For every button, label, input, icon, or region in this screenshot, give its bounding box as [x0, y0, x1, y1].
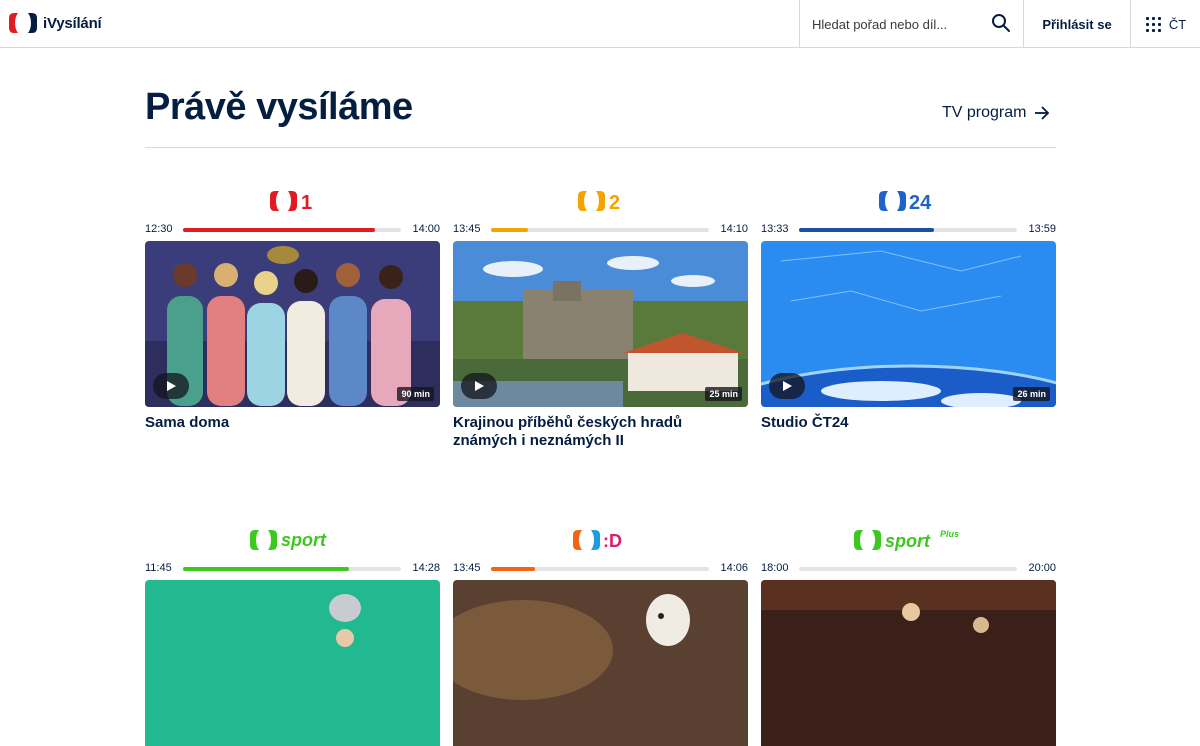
svg-text:1: 1	[301, 192, 312, 213]
time-row: 11:45 14:28	[145, 562, 440, 576]
program-thumbnail[interactable]	[453, 580, 748, 746]
duration-badge: 25 min	[705, 387, 742, 401]
start-time: 13:33	[761, 223, 789, 235]
play-icon	[783, 381, 792, 391]
progress-bar	[491, 228, 709, 232]
thumbnail-image	[453, 241, 748, 407]
page-title: Právě vysíláme	[145, 86, 413, 128]
svg-text::D: :D	[603, 531, 622, 551]
start-time: 13:45	[453, 223, 481, 235]
ct-menu-button[interactable]: ČT	[1132, 0, 1200, 48]
time-row: 12:30 14:00	[145, 223, 440, 237]
program-thumbnail[interactable]	[761, 580, 1056, 746]
channel-logo-ctsport[interactable]: sport	[145, 527, 440, 553]
channel-logo-ct2[interactable]: 2	[453, 188, 748, 214]
start-time: 13:45	[453, 562, 481, 574]
start-time: 18:00	[761, 562, 789, 574]
title-divider	[145, 147, 1056, 148]
progress-fill	[183, 228, 375, 232]
progress-bar	[799, 567, 1017, 571]
thumbnail-image	[145, 580, 440, 746]
top-header: iVysílání Přihlásit se ČT	[0, 0, 1200, 48]
thumbnail-image	[453, 580, 748, 746]
end-time: 13:59	[1028, 223, 1056, 235]
program-thumbnail[interactable]: 25 min	[453, 241, 748, 407]
ctsport-logo-icon: sport	[249, 530, 327, 550]
show-title[interactable]: Krajinou příběhů českých hradů známých i…	[453, 414, 748, 450]
ct2-logo-icon: 2	[577, 191, 620, 213]
thumbnail-image	[145, 241, 440, 407]
play-button[interactable]	[153, 373, 189, 399]
play-button[interactable]	[769, 373, 805, 399]
start-time: 12:30	[145, 223, 173, 235]
svg-text:2: 2	[609, 192, 620, 213]
progress-fill	[491, 567, 535, 571]
start-time: 11:45	[145, 562, 172, 574]
show-title[interactable]: Sama doma	[145, 414, 440, 432]
progress-bar	[183, 228, 401, 232]
svg-text:sport: sport	[885, 531, 931, 551]
thumbnail-image	[761, 580, 1056, 746]
apps-grid-icon	[1145, 16, 1161, 32]
ctd-logo-icon: :D	[572, 530, 622, 551]
end-time: 14:00	[412, 223, 440, 235]
progress-fill	[491, 228, 529, 232]
ct24-logo-icon: 24	[878, 191, 932, 213]
login-button[interactable]: Přihlásit se	[1024, 0, 1131, 48]
time-row: 13:45 14:10	[453, 223, 748, 237]
end-time: 14:28	[412, 562, 440, 574]
end-time: 20:00	[1028, 562, 1056, 574]
ct1-logo-icon: 1	[269, 191, 312, 213]
time-row: 13:33 13:59	[761, 223, 1056, 237]
play-button[interactable]	[461, 373, 497, 399]
duration-badge: 90 min	[397, 387, 434, 401]
search-icon[interactable]	[991, 13, 1011, 33]
tv-program-link[interactable]: TV program	[942, 104, 1050, 122]
ctsportplus-logo-icon: sport Plus	[853, 529, 959, 551]
svg-text:24: 24	[909, 192, 932, 213]
channel-logo-ctd[interactable]: :D	[453, 527, 748, 553]
play-icon	[475, 381, 484, 391]
svg-text:sport: sport	[281, 530, 327, 550]
app-name: iVysílání	[43, 14, 102, 32]
ivysilani-logo[interactable]: iVysílání	[8, 12, 102, 34]
tv-program-label: TV program	[942, 104, 1027, 121]
channel-logo-ctsportplus[interactable]: sport Plus	[761, 527, 1056, 553]
svg-text:Plus: Plus	[940, 529, 959, 539]
end-time: 14:10	[720, 223, 748, 235]
progress-fill	[799, 228, 935, 232]
progress-bar	[183, 567, 401, 571]
end-time: 14:06	[720, 562, 748, 574]
program-thumbnail[interactable]	[145, 580, 440, 746]
time-row: 13:45 14:06	[453, 562, 748, 576]
program-thumbnail[interactable]: 90 min	[145, 241, 440, 407]
program-thumbnail[interactable]: 26 min	[761, 241, 1056, 407]
progress-fill	[183, 567, 349, 571]
channel-logo-ct1[interactable]: 1	[145, 188, 440, 214]
search-input[interactable]	[812, 14, 982, 34]
ct-logo-icon	[9, 13, 37, 33]
progress-bar	[491, 567, 709, 571]
duration-badge: 26 min	[1013, 387, 1050, 401]
progress-bar	[799, 228, 1017, 232]
time-row: 18:00 20:00	[761, 562, 1056, 576]
arrow-right-icon	[1035, 106, 1050, 120]
channel-logo-ct24[interactable]: 24	[761, 188, 1056, 214]
play-icon	[167, 381, 176, 391]
thumbnail-image	[761, 241, 1056, 407]
ct-menu-label: ČT	[1168, 16, 1187, 32]
show-title[interactable]: Studio ČT24	[761, 414, 1056, 432]
